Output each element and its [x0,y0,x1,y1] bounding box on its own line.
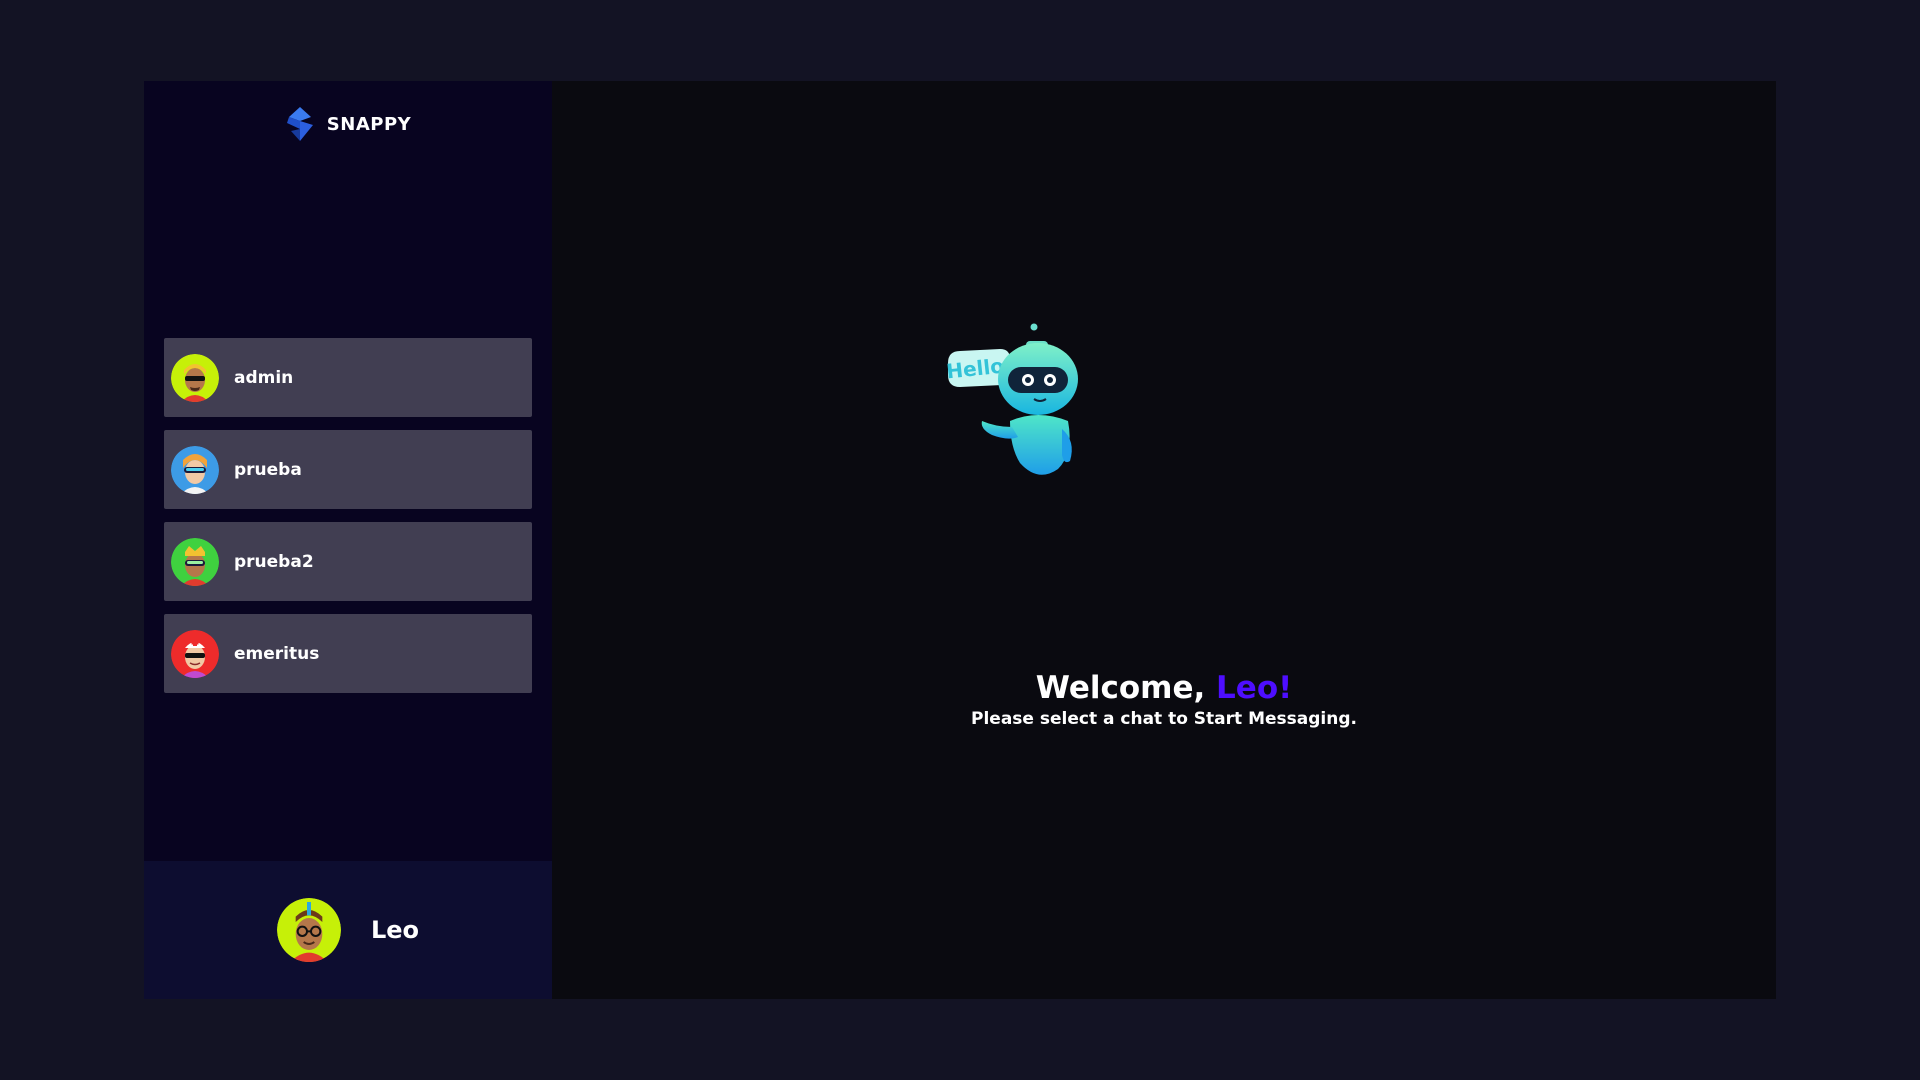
contact-name: emeritus [234,643,320,664]
welcome-subtitle: Please select a chat to Start Messaging. [971,709,1357,729]
contact-item-emeritus[interactable]: emeritus [164,614,532,693]
welcome-greeting: Welcome, [1035,670,1217,706]
contact-name: prueba [234,459,302,480]
current-user-panel: Leo [144,861,552,999]
current-user-name: Leo [370,916,420,944]
welcome-message: Welcome, Leo! Please select a chat to St… [552,668,1776,730]
contact-item-admin[interactable]: admin [164,338,532,417]
avatar-crown-icon [171,537,219,586]
brand-name: SNAPPY [326,113,412,135]
brand: SNAPPY [144,81,552,167]
contact-item-prueba2[interactable]: prueba2 [164,522,532,601]
avatar-visor-icon [171,445,219,494]
welcome-username: Leo! [1216,670,1293,706]
welcome-title: Welcome, Leo! [552,668,1776,708]
contact-list: admin prueba prueba2 emeritus [164,338,532,693]
contact-item-prueba[interactable]: prueba [164,430,532,509]
chat-welcome-panel: Hello! Welcome, Leo! Please select a cha… [552,81,1776,999]
contact-name: prueba2 [234,551,314,572]
robot-hello-illustration: Hello! [862,323,1082,503]
contact-name: admin [234,367,294,388]
contacts-sidebar: SNAPPY admin prueba prueba2 emeritus Leo [144,81,552,999]
avatar-sunglasses-icon [171,353,219,402]
avatar-nurse-icon [171,629,219,678]
chat-app: SNAPPY admin prueba prueba2 emeritus Leo… [144,81,1776,999]
avatar-glasses-icon [276,898,341,962]
snappy-logo-icon [285,107,315,141]
